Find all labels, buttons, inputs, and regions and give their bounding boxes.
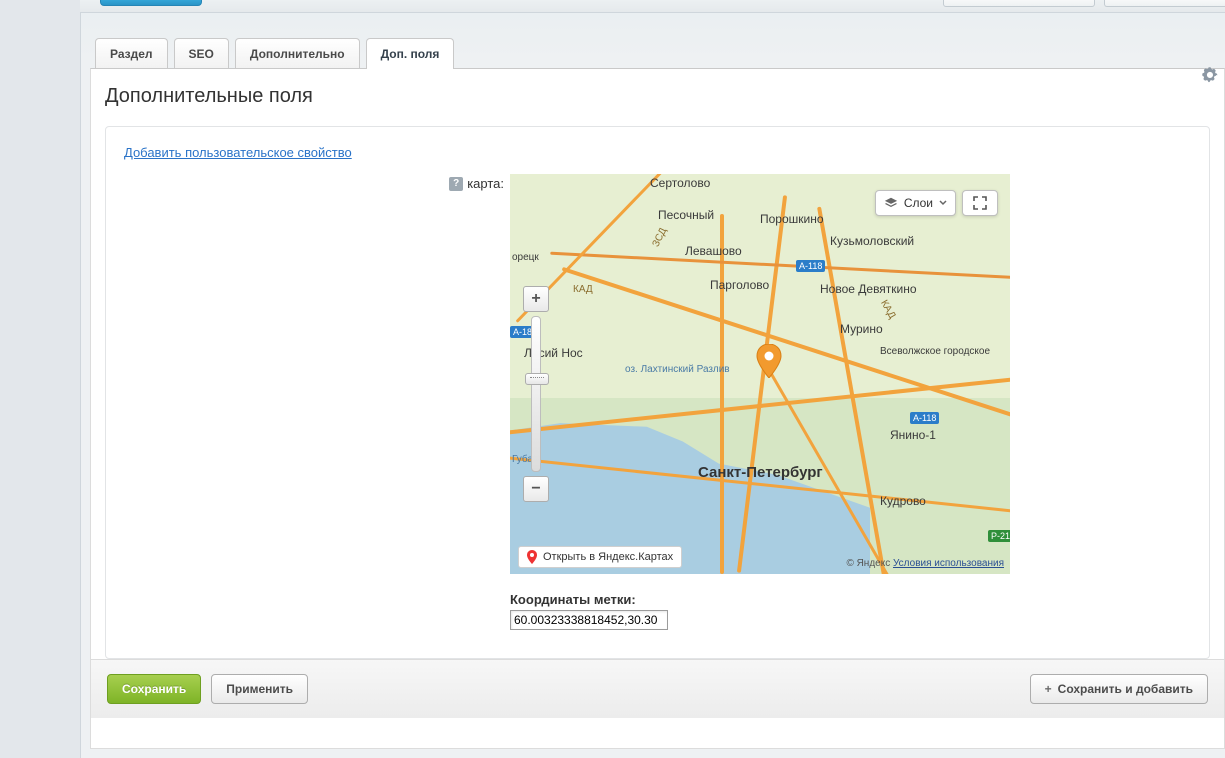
plus-icon: + bbox=[1045, 682, 1052, 696]
map-terms-link[interactable]: Условия использования bbox=[893, 558, 1004, 569]
map-zoom-out-button[interactable]: − bbox=[523, 476, 549, 502]
panel: Дополнительные поля Добавить пользовател… bbox=[90, 68, 1225, 749]
add-user-property-link[interactable]: Добавить пользовательское свойство bbox=[124, 145, 352, 160]
top-right-control-2[interactable] bbox=[1104, 0, 1225, 7]
top-right-control-1[interactable] bbox=[943, 0, 1095, 7]
map-layers-button[interactable]: Слои bbox=[875, 190, 956, 216]
open-in-yandex-button[interactable]: Открыть в Яндекс.Картах bbox=[518, 546, 682, 568]
map-marker-icon[interactable] bbox=[756, 344, 782, 378]
road-badge-a118-1: А-118 bbox=[796, 260, 825, 272]
tab-seo[interactable]: SEO bbox=[174, 38, 229, 68]
coords-input[interactable] bbox=[510, 610, 668, 630]
panel-title: Дополнительные поля bbox=[91, 69, 1224, 114]
map-zoom-control: + − bbox=[522, 286, 550, 502]
tabs-bar: Раздел SEO Дополнительно Доп. поля bbox=[90, 28, 1225, 68]
road-badge-a118-2: А-118 bbox=[910, 412, 939, 424]
coords-label: Координаты метки: bbox=[510, 592, 1010, 607]
open-in-yandex-label: Открыть в Яндекс.Картах bbox=[543, 551, 673, 563]
road-badge-r21: Р-21 bbox=[988, 530, 1010, 542]
tab-additional[interactable]: Дополнительно bbox=[235, 38, 360, 68]
map-fullscreen-button[interactable] bbox=[962, 190, 998, 216]
apply-button[interactable]: Применить bbox=[211, 674, 308, 704]
fullscreen-icon bbox=[973, 196, 987, 210]
map-layers-label: Слои bbox=[904, 196, 933, 210]
tab-section[interactable]: Раздел bbox=[95, 38, 168, 68]
top-primary-button[interactable] bbox=[100, 0, 202, 6]
settings-gear-icon[interactable] bbox=[1201, 66, 1221, 86]
panel-body: Добавить пользовательское свойство ? кар… bbox=[105, 126, 1210, 659]
left-sidebar bbox=[0, 0, 81, 758]
footer-actions: Сохранить Применить +Сохранить и добавит… bbox=[91, 659, 1224, 718]
map-zoom-in-button[interactable]: + bbox=[523, 286, 549, 312]
layers-icon bbox=[884, 196, 898, 210]
map-field-label: карта: bbox=[467, 176, 504, 191]
save-button[interactable]: Сохранить bbox=[107, 674, 201, 704]
map-widget[interactable]: Сертолово Песочный Порошкино Левашово Па… bbox=[510, 174, 1010, 574]
pin-icon bbox=[527, 550, 537, 564]
tab-extra-fields[interactable]: Доп. поля bbox=[366, 38, 455, 69]
map-zoom-handle[interactable] bbox=[525, 373, 549, 385]
help-icon[interactable]: ? bbox=[449, 177, 463, 191]
chevron-down-icon bbox=[939, 199, 947, 207]
map-attribution: © Яндекс Условия использования bbox=[846, 558, 1004, 569]
save-and-add-button[interactable]: +Сохранить и добавить bbox=[1030, 674, 1208, 704]
map-zoom-track[interactable] bbox=[531, 316, 541, 472]
